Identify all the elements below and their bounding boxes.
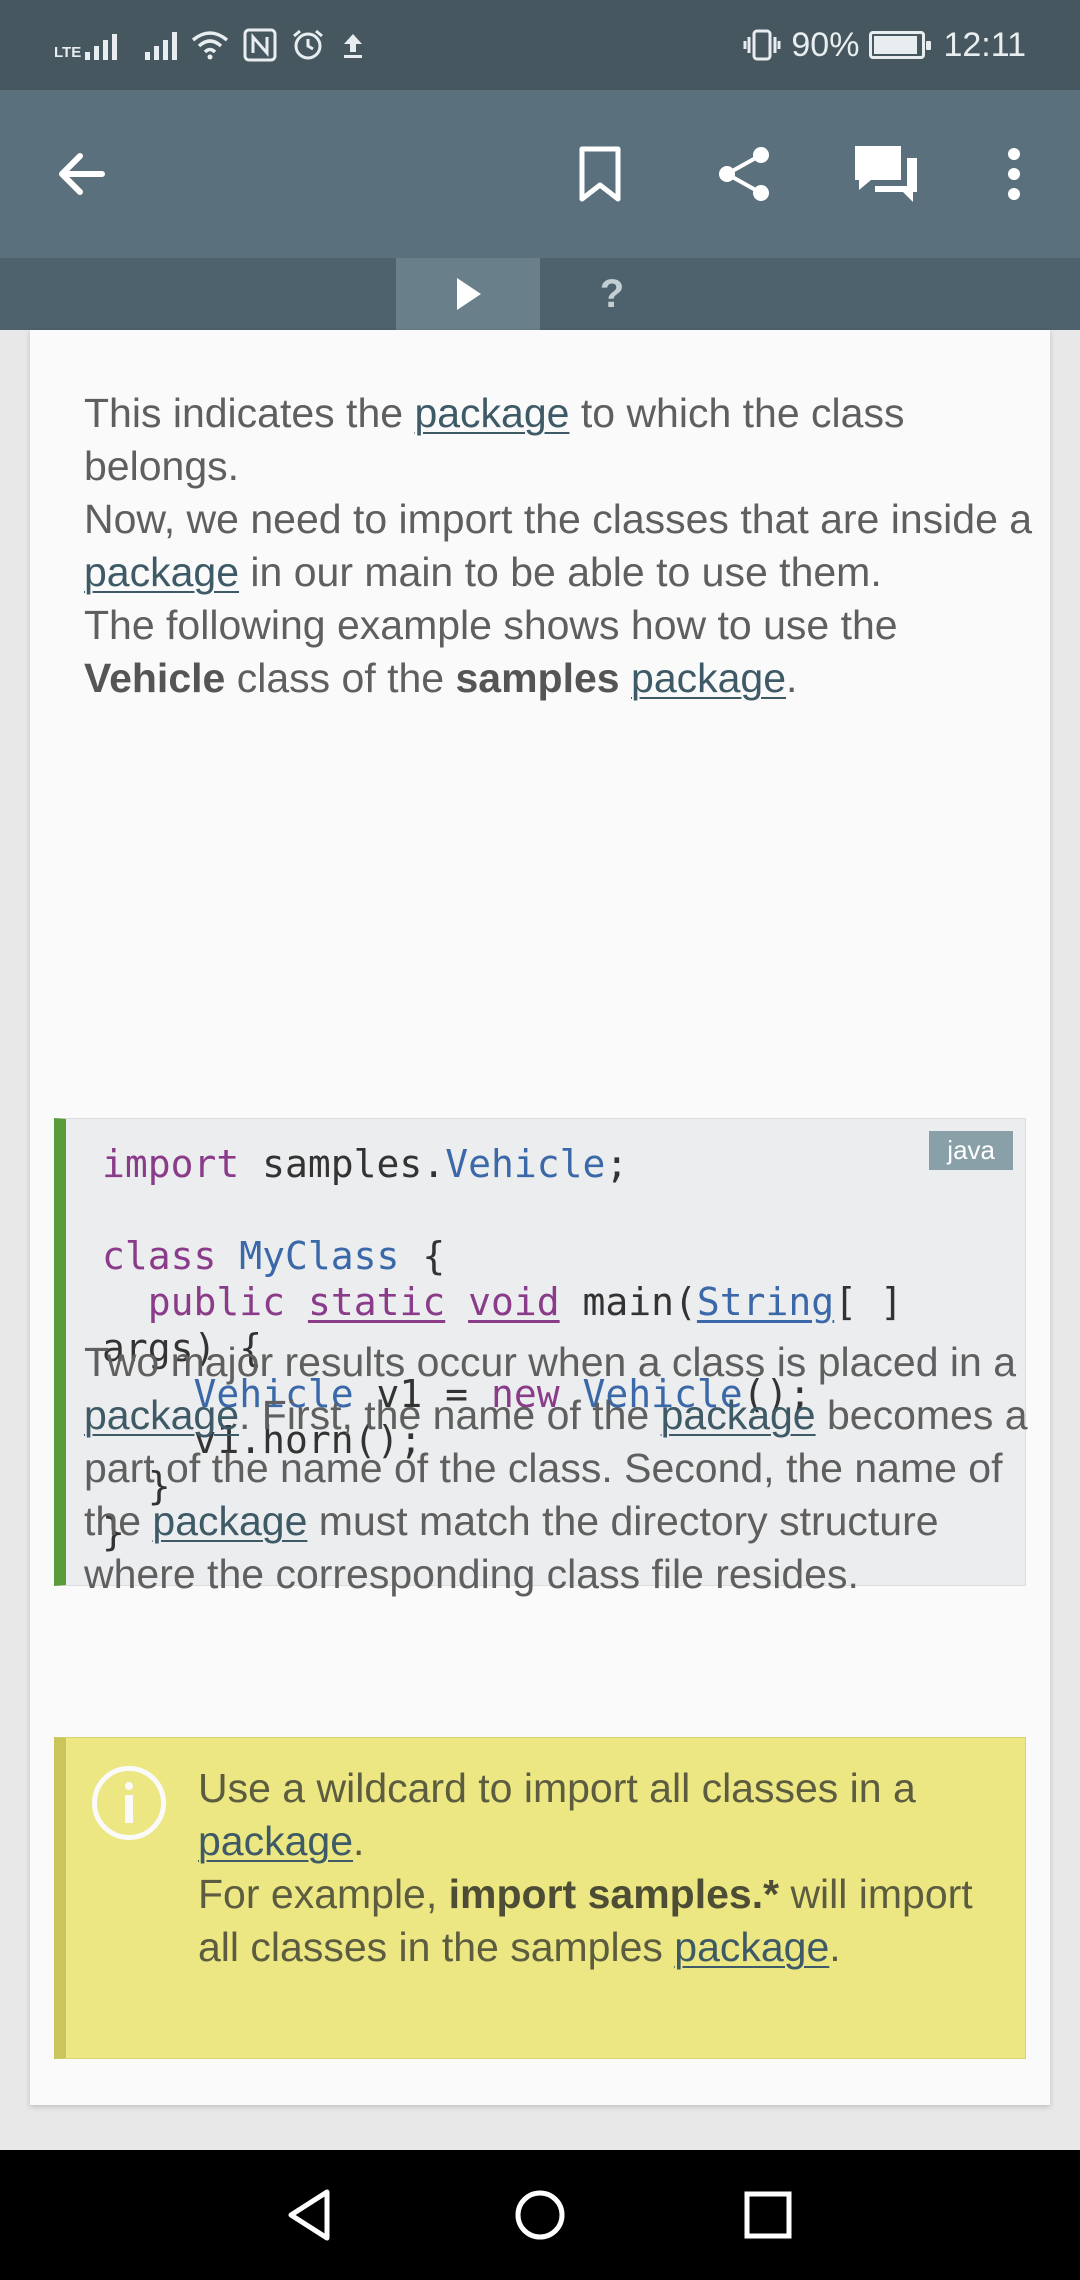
code-token: [ ] (834, 1280, 903, 1324)
text: For example, (198, 1871, 449, 1917)
comments-icon[interactable] (842, 130, 930, 218)
tab-play[interactable] (396, 258, 540, 330)
code-token: ; (605, 1142, 629, 1186)
text: The following example shows how to use t… (84, 602, 898, 648)
package-link[interactable]: package (414, 390, 569, 436)
tab-help-label: ? (599, 271, 625, 316)
recents-square-icon[interactable] (733, 2180, 803, 2250)
code-token: static (307, 1280, 446, 1324)
code-language-badge: java (929, 1131, 1013, 1170)
code-token: samples. (239, 1142, 446, 1186)
text: Now, we need to import the classes that … (84, 496, 1033, 542)
text (620, 655, 631, 701)
package-link[interactable]: package (674, 1924, 829, 1970)
bold-text: Vehicle (84, 655, 226, 701)
share-icon[interactable] (700, 130, 788, 218)
lesson-card: This indicates the package to which the … (30, 330, 1050, 2105)
package-link[interactable]: package (84, 1392, 239, 1438)
status-left-icons: LTE (54, 22, 367, 68)
wifi-icon (192, 31, 229, 60)
package-link[interactable]: package (631, 655, 786, 701)
code-token: MyClass (239, 1234, 400, 1278)
code-token: String (696, 1280, 835, 1324)
tip-text: Use a wildcard to import all classes in … (198, 1762, 1018, 1974)
battery-icon (869, 31, 932, 59)
explanation-paragraph: Two major results occur when a class is … (84, 1336, 1044, 1601)
code-token: Vehicle (445, 1142, 606, 1186)
nfc-icon (243, 28, 277, 62)
text: Use a wildcard to import all classes in … (198, 1765, 916, 1811)
text: . First, the name of the (239, 1392, 661, 1438)
tip-box: Use a wildcard to import all classes in … (54, 1737, 1026, 2059)
text: This indicates the (84, 390, 415, 436)
vibrate-icon (743, 29, 781, 61)
tab-help[interactable]: ? (540, 258, 684, 330)
package-link[interactable]: package (84, 549, 239, 595)
code-line: import samples.Vehicle; (102, 1141, 903, 1187)
info-icon (92, 1766, 166, 1840)
upload-icon (344, 34, 363, 58)
play-icon (457, 278, 481, 310)
text: . (829, 1924, 841, 1970)
code-token: class (102, 1234, 217, 1278)
text: . (786, 655, 798, 701)
lte-signal-icon: LTE (54, 30, 118, 61)
status-right-icons: 90% 12:11 (743, 22, 1026, 68)
status-bar: LTE 90% 12:11 (0, 0, 1080, 90)
text: class of the (225, 655, 456, 701)
more-vert-icon[interactable] (970, 130, 1058, 218)
app-bar (0, 90, 1080, 258)
text: in our main to be able to use them. (239, 549, 882, 595)
code-token: public (147, 1280, 286, 1324)
code-token: import (102, 1142, 240, 1186)
bold-text: samples (455, 655, 620, 701)
package-link[interactable]: package (152, 1498, 307, 1544)
clock-time: 12:11 (943, 25, 1026, 64)
text: . (353, 1818, 365, 1864)
signal-icon (145, 30, 178, 60)
code-token: void (468, 1280, 560, 1324)
text: Two major results occur when a class is … (84, 1339, 1017, 1385)
back-triangle-icon[interactable] (277, 2180, 347, 2250)
bookmark-icon[interactable] (556, 130, 644, 218)
navigation-bar (0, 2150, 1080, 2280)
tab-strip: ? (0, 258, 1080, 330)
code-token: main( (559, 1280, 697, 1324)
code-token: { (399, 1234, 446, 1278)
back-arrow-icon[interactable] (38, 130, 126, 218)
package-link[interactable]: package (198, 1818, 353, 1864)
intro-paragraph: This indicates the package to which the … (84, 387, 1044, 705)
home-circle-icon[interactable] (505, 2180, 575, 2250)
code-line: class MyClass { (102, 1233, 903, 1279)
package-link[interactable]: package (661, 1392, 816, 1438)
network-label: LTE (54, 44, 82, 61)
alarm-icon (293, 29, 324, 60)
battery-percent: 90% (791, 25, 860, 64)
bold-text: import samples.* (448, 1871, 780, 1917)
code-line: public static void main(String[ ] (102, 1279, 903, 1325)
